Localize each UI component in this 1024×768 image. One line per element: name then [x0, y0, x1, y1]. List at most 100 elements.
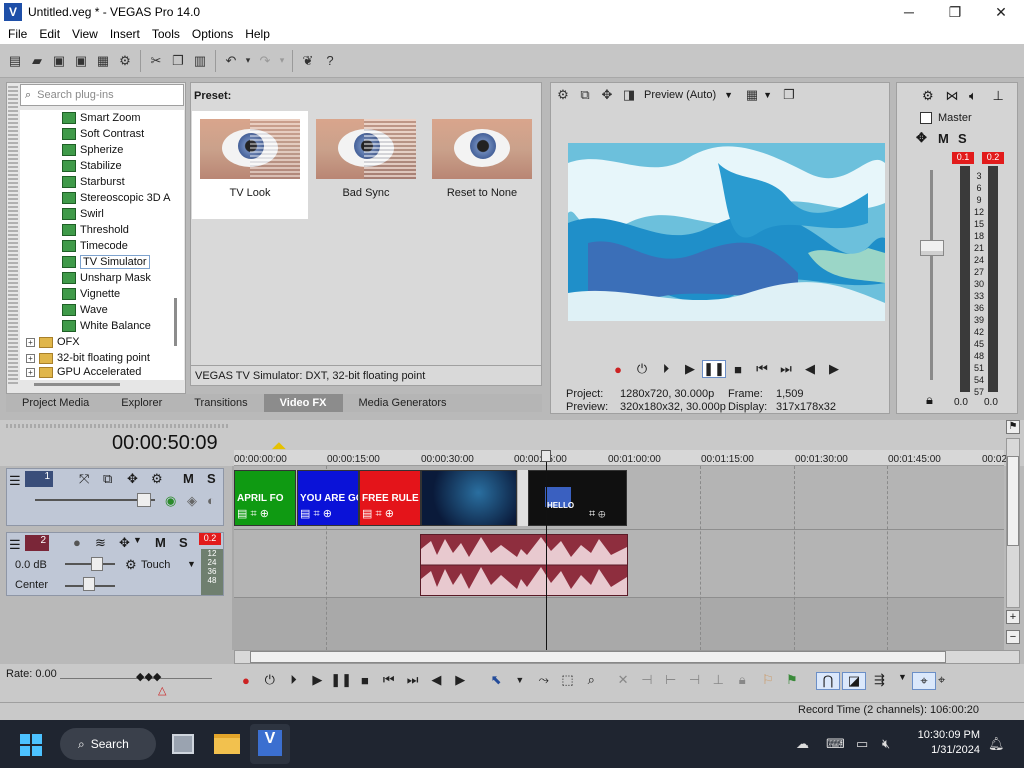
- go-to-end-icon[interactable]: ⏭: [401, 672, 425, 688]
- previous-frame-icon[interactable]: ◀: [425, 672, 449, 688]
- keyboard-icon[interactable]: ⌨: [826, 736, 845, 752]
- preset-tv-look[interactable]: TV Look: [192, 111, 308, 219]
- volume-handle[interactable]: [91, 557, 103, 571]
- master-properties-icon[interactable]: ⚙: [922, 88, 946, 104]
- tab-project-media[interactable]: Project Media: [6, 394, 105, 412]
- master-fx-icon[interactable]: ✥: [916, 130, 938, 146]
- go-to-end-icon[interactable]: ⏭: [774, 361, 798, 377]
- tab-video-fx[interactable]: Video FX: [263, 394, 343, 412]
- panel-grip[interactable]: [6, 424, 228, 428]
- panel-grip[interactable]: [8, 86, 18, 386]
- menu-insert[interactable]: Insert: [104, 27, 146, 41]
- task-view-icon[interactable]: [172, 734, 194, 754]
- new-file-icon[interactable]: ▤: [4, 50, 26, 72]
- preset-reset-to-none[interactable]: Reset to None: [424, 111, 540, 219]
- preview-quality-icon[interactable]: ◨: [618, 84, 640, 106]
- ripple-edit-icon[interactable]: ⇶: [874, 672, 898, 690]
- playhead-cursor[interactable]: [546, 454, 547, 650]
- audio-track-header[interactable]: ☰ 2 ● ≋ ✥ ▼ M S 0.2 0.0 dB ⚙ Touch ▼ Cen…: [6, 532, 224, 596]
- overlays-icon[interactable]: ▦: [741, 84, 763, 106]
- tab-media-generators[interactable]: Media Generators: [343, 394, 463, 412]
- loop-icon[interactable]: ⏻: [630, 361, 654, 377]
- expand-icon[interactable]: +: [26, 337, 35, 347]
- windows-start-icon[interactable]: [20, 734, 42, 756]
- notification-bell-icon[interactable]: 🔔︎: [988, 736, 1005, 752]
- stop-icon[interactable]: ■: [353, 673, 377, 688]
- cloud-offline-icon[interactable]: ☁: [796, 736, 809, 752]
- chevron-down-icon[interactable]: ▼: [724, 90, 733, 100]
- clip-fx-icon[interactable]: ▤ ⌗ ⊕: [362, 507, 394, 521]
- expand-icon[interactable]: +: [26, 367, 35, 377]
- volume-slider[interactable]: [65, 563, 115, 565]
- zoom-tool-icon[interactable]: ⌕: [579, 672, 603, 688]
- lock-envelopes-icon[interactable]: ⌖: [912, 672, 936, 690]
- redo-dropdown-icon[interactable]: ▾: [276, 50, 288, 72]
- split-icon[interactable]: ⊥: [706, 672, 730, 688]
- minimize-button[interactable]: ─: [886, 0, 932, 24]
- ignore-grouping-icon[interactable]: ⌖: [938, 672, 962, 690]
- tree-item[interactable]: Swirl: [62, 206, 104, 222]
- record-icon[interactable]: ●: [606, 362, 630, 377]
- undo-icon[interactable]: ↶: [220, 50, 242, 72]
- network-speaker-icon[interactable]: 🔇︎: [882, 736, 890, 752]
- zoom-in-icon[interactable]: +: [1006, 610, 1020, 624]
- copy-snapshot-icon[interactable]: ❐: [778, 84, 800, 106]
- automation-icon[interactable]: ⚙: [125, 557, 137, 573]
- expand-icon[interactable]: +: [26, 353, 35, 363]
- play-icon[interactable]: ▶: [678, 361, 702, 377]
- stop-icon[interactable]: ■: [726, 362, 750, 377]
- track-menu-icon[interactable]: ☰: [9, 537, 21, 553]
- maximize-button[interactable]: ❐: [932, 0, 978, 24]
- next-frame-icon[interactable]: ▶: [822, 361, 846, 377]
- audio-clip[interactable]: [420, 534, 628, 596]
- normal-edit-tool-icon[interactable]: ⬉: [484, 672, 508, 688]
- copy-icon[interactable]: ❐: [167, 50, 189, 72]
- tree-item-selected[interactable]: TV Simulator: [62, 254, 150, 270]
- chevron-down-icon[interactable]: ▼: [508, 675, 532, 685]
- split-screen-icon[interactable]: ✥: [596, 84, 618, 106]
- external-monitor-icon[interactable]: ⧉: [574, 84, 596, 106]
- plugin-manager-icon[interactable]: ❦: [297, 50, 319, 72]
- search-plugins-input[interactable]: ⌕ Search plug-ins: [20, 84, 184, 106]
- video-clip-space[interactable]: [421, 470, 517, 526]
- track2-mute-button[interactable]: M: [155, 535, 166, 550]
- track-level-handle[interactable]: [137, 493, 151, 507]
- play-from-start-icon[interactable]: ⏵: [654, 361, 678, 377]
- menu-view[interactable]: View: [66, 27, 104, 41]
- render-icon[interactable]: ▦: [92, 50, 114, 72]
- marker-insert-icon[interactable]: ⚐: [762, 672, 786, 690]
- close-button[interactable]: ✕: [978, 0, 1024, 24]
- preset-bad-sync[interactable]: Bad Sync: [308, 111, 424, 219]
- lock-icon[interactable]: 🔒︎: [730, 672, 754, 688]
- previous-frame-icon[interactable]: ◀: [798, 361, 822, 377]
- trim-start-icon[interactable]: ⊢: [659, 672, 683, 688]
- properties-icon[interactable]: ⚙: [114, 50, 136, 72]
- menu-file[interactable]: File: [2, 27, 33, 41]
- tab-explorer[interactable]: Explorer: [105, 394, 178, 412]
- go-to-start-icon[interactable]: ⏮: [377, 672, 401, 688]
- master-solo-button[interactable]: S: [958, 131, 978, 146]
- tree-item[interactable]: Stabilize: [62, 158, 122, 174]
- redo-icon[interactable]: ↷: [254, 50, 276, 72]
- compositing-mode-icon[interactable]: ⧉: [103, 471, 112, 487]
- automation-mode[interactable]: Touch: [141, 559, 170, 571]
- track-fx-icon[interactable]: ✥: [119, 535, 130, 551]
- record-icon[interactable]: ●: [234, 673, 258, 688]
- video-clip-hello[interactable]: HELLO ⌗ ⊕: [528, 470, 627, 526]
- display-icon[interactable]: ▭: [856, 736, 868, 752]
- track-properties-icon[interactable]: ⚙: [151, 471, 163, 487]
- undo-dropdown-icon[interactable]: ▾: [242, 50, 254, 72]
- tree-item[interactable]: Starburst: [62, 174, 125, 190]
- pause-icon[interactable]: ❚❚: [329, 672, 353, 688]
- master-checkbox-icon[interactable]: [920, 112, 932, 124]
- tree-horizontal-scrollbar[interactable]: [34, 383, 120, 386]
- tree-vertical-scrollbar[interactable]: [174, 298, 177, 346]
- tree-item[interactable]: Unsharp Mask: [62, 270, 151, 286]
- whats-this-help-icon[interactable]: ?: [319, 50, 341, 72]
- selection-tool-icon[interactable]: ⬚: [556, 672, 580, 688]
- zoom-out-icon[interactable]: −: [1006, 630, 1020, 644]
- clip-fx-icon[interactable]: ⌗ ⊕: [589, 508, 605, 521]
- track-motion-icon[interactable]: ⤧: [79, 471, 89, 487]
- loop-icon[interactable]: ⏻: [258, 672, 282, 688]
- tree-item[interactable]: Vignette: [62, 286, 120, 302]
